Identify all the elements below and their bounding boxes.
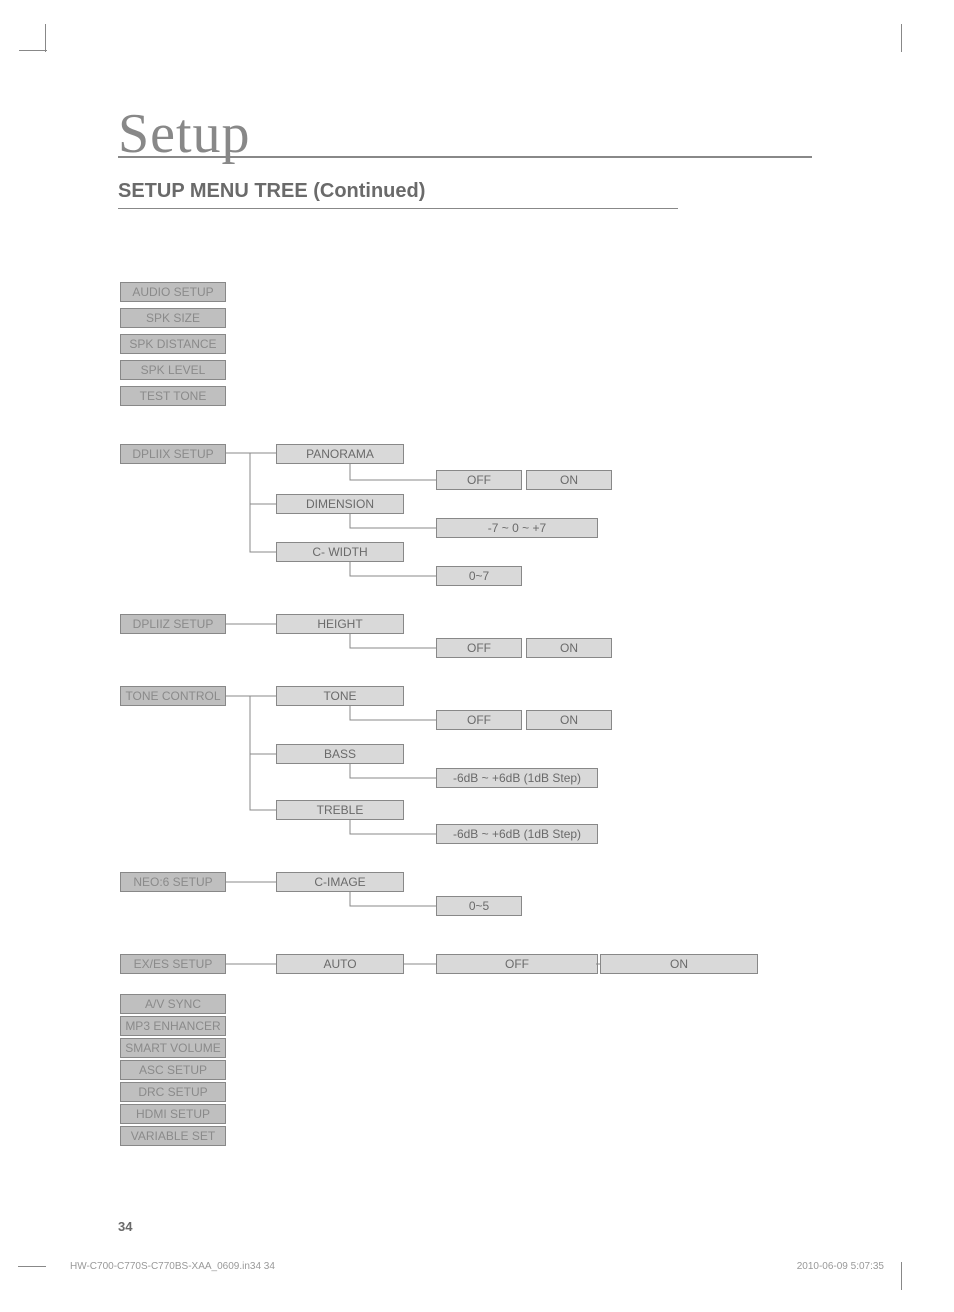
menu-panorama: PANORAMA	[276, 444, 404, 464]
value-height-off: OFF	[436, 638, 522, 658]
menu-tone-control: TONE CONTROL	[120, 686, 226, 706]
value-exes-off: OFF	[436, 954, 598, 974]
value-exes-on: ON	[600, 954, 758, 974]
menu-spk-level: SPK LEVEL	[120, 360, 226, 380]
menu-mp3: MP3 ENHANCER	[120, 1016, 226, 1036]
value-exes-auto: AUTO	[276, 954, 404, 974]
value-panorama-on: ON	[526, 470, 612, 490]
menu-hdmi: HDMI SETUP	[120, 1104, 226, 1124]
footer-filename: HW-C700-C770S-C770BS-XAA_0609.in34 34	[70, 1261, 275, 1272]
menu-bass: BASS	[276, 744, 404, 764]
crop-mark	[901, 24, 902, 52]
section-rule	[118, 208, 678, 209]
menu-variable: VARIABLE SET	[120, 1126, 226, 1146]
menu-audio-setup: AUDIO SETUP	[120, 282, 226, 302]
menu-asc: ASC SETUP	[120, 1060, 226, 1080]
crop-mark	[901, 1262, 902, 1290]
crop-mark	[18, 1266, 46, 1267]
title-rule	[118, 156, 812, 158]
value-bass: -6dB ~ +6dB (1dB Step)	[436, 768, 598, 788]
footer-timestamp: 2010-06-09 5:07:35	[797, 1261, 884, 1272]
value-dimension: -7 ~ 0 ~ +7	[436, 518, 598, 538]
value-tone-on: ON	[526, 710, 612, 730]
crop-mark	[25, 30, 45, 50]
menu-height: HEIGHT	[276, 614, 404, 634]
menu-test-tone: TEST TONE	[120, 386, 226, 406]
menu-neo6: NEO:6 SETUP	[120, 872, 226, 892]
value-height-on: ON	[526, 638, 612, 658]
menu-spk-distance: SPK DISTANCE	[120, 334, 226, 354]
menu-drc: DRC SETUP	[120, 1082, 226, 1102]
page-number: 34	[118, 1219, 132, 1234]
menu-cwidth: C- WIDTH	[276, 542, 404, 562]
menu-dpliiz: DPLIIZ SETUP	[120, 614, 226, 634]
menu-dimension: DIMENSION	[276, 494, 404, 514]
menu-dpliix: DPLIIX SETUP	[120, 444, 226, 464]
value-panorama-off: OFF	[436, 470, 522, 490]
value-cwidth: 0~7	[436, 566, 522, 586]
menu-av-sync: A/V SYNC	[120, 994, 226, 1014]
menu-spk-size: SPK SIZE	[120, 308, 226, 328]
menu-smart-vol: SMART VOLUME	[120, 1038, 226, 1058]
value-treble: -6dB ~ +6dB (1dB Step)	[436, 824, 598, 844]
menu-cimage: C-IMAGE	[276, 872, 404, 892]
menu-exes: EX/ES SETUP	[120, 954, 226, 974]
menu-treble: TREBLE	[276, 800, 404, 820]
value-cimage: 0~5	[436, 896, 522, 916]
section-title: SETUP MENU TREE (Continued)	[118, 180, 425, 203]
menu-tone: TONE	[276, 686, 404, 706]
value-tone-off: OFF	[436, 710, 522, 730]
